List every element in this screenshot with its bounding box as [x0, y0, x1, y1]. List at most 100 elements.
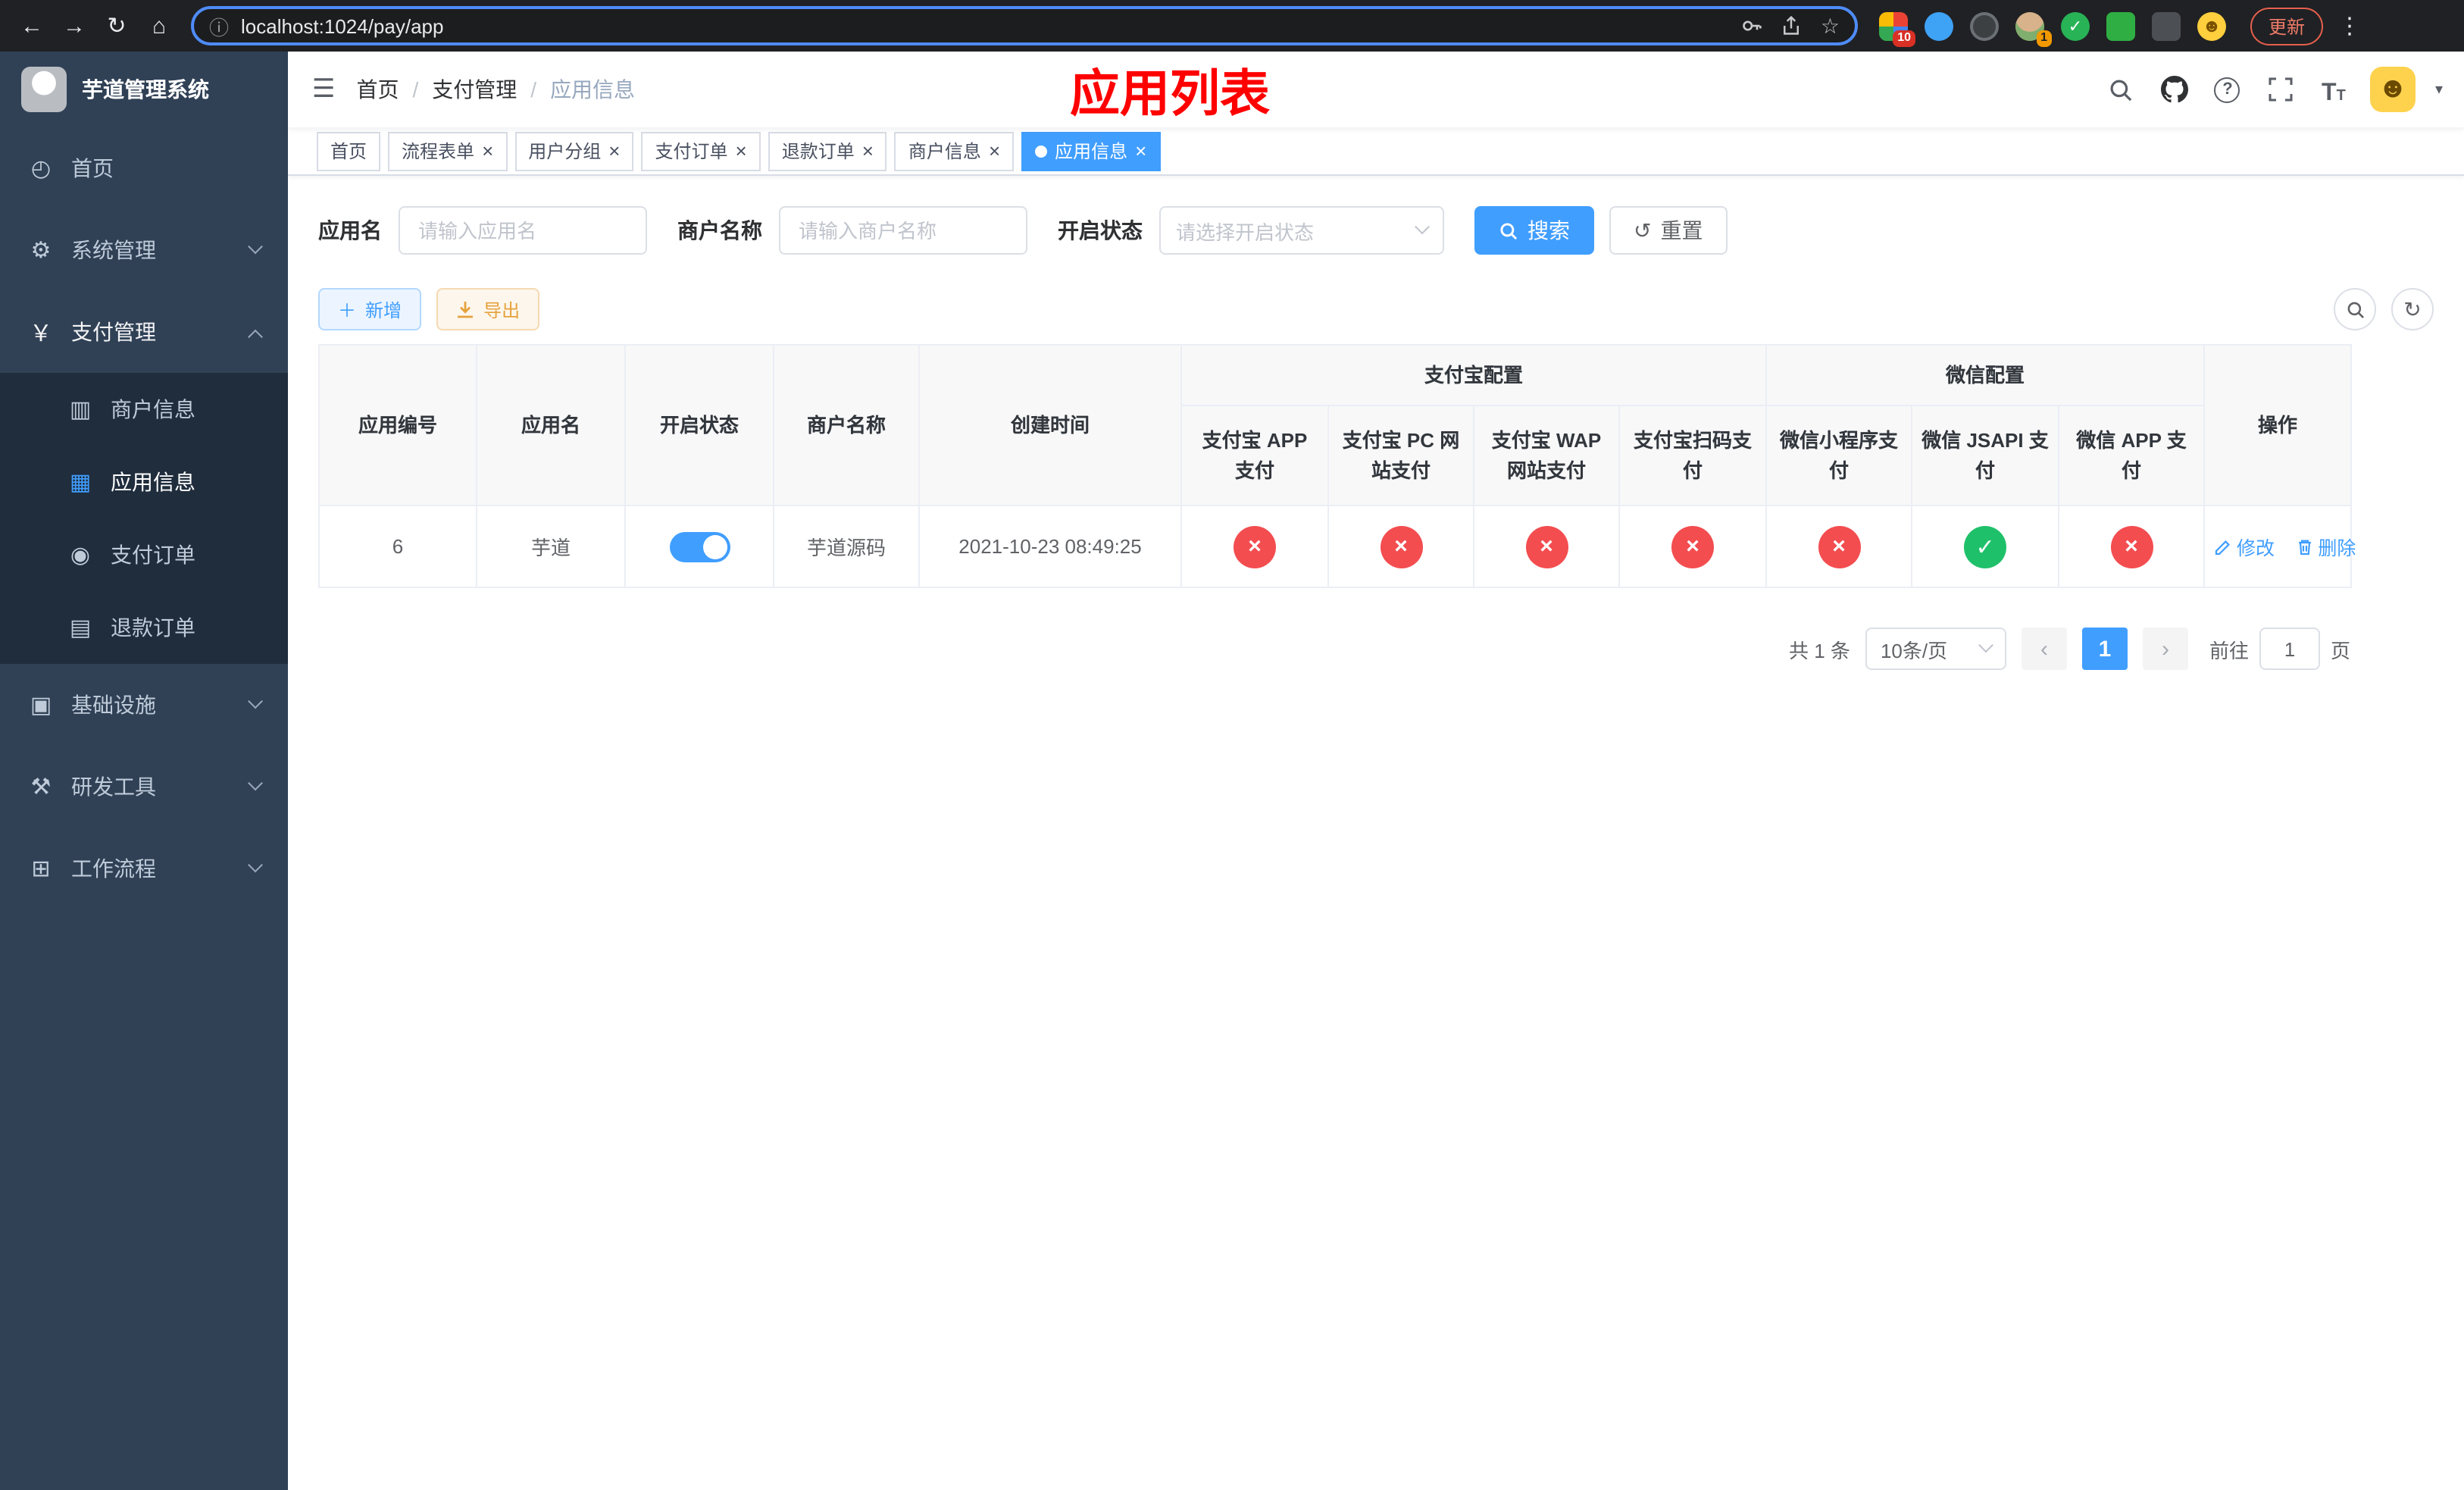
url-text[interactable]: localhost:1024/pay/app	[241, 14, 1730, 37]
server-icon: ▣	[30, 693, 52, 718]
sidebar-item-payment[interactable]: ￥ 支付管理	[0, 291, 288, 373]
cell-status	[624, 505, 774, 588]
close-icon[interactable]: ×	[482, 141, 493, 161]
reload-icon[interactable]: ↻	[97, 6, 136, 45]
bookmark-star-icon[interactable]: ☆	[1821, 13, 1840, 39]
breadcrumb-home[interactable]: 首页	[357, 74, 399, 105]
github-icon[interactable]	[2158, 73, 2191, 106]
app-table: 应用编号 应用名 开启状态 商户名称 创建时间 支付宝配置 微信配置 操作 支付…	[318, 344, 2356, 588]
sidebar-item-home[interactable]: ◴ 首页	[0, 127, 288, 209]
tag-home[interactable]: 首页	[317, 131, 381, 171]
cross-circle-icon: ×	[1818, 525, 1861, 568]
forward-icon[interactable]: →	[55, 6, 94, 45]
tag-app-info[interactable]: 应用信息 ×	[1021, 131, 1161, 171]
app-name-input[interactable]	[399, 206, 647, 255]
tag-merchant-info[interactable]: 商户信息 ×	[894, 131, 1015, 171]
col-actions: 操作	[2203, 344, 2353, 506]
ext-chat-icon[interactable]	[2106, 11, 2135, 40]
col-app-id: 应用编号	[318, 344, 477, 506]
toggle-search-button[interactable]	[2334, 288, 2376, 330]
site-info-icon[interactable]: ⓘ	[209, 11, 229, 40]
search-icon[interactable]	[2105, 73, 2138, 106]
close-icon[interactable]: ×	[1135, 141, 1146, 161]
close-icon[interactable]: ×	[862, 141, 874, 161]
cross-circle-icon: ×	[1525, 525, 1568, 568]
password-key-icon[interactable]	[1742, 15, 1763, 36]
tag-process-form[interactable]: 流程表单 ×	[388, 131, 508, 171]
sidebar-item-refund-order[interactable]: ▤ 退款订单	[0, 591, 288, 664]
tools-icon: ⚒	[30, 775, 52, 800]
sidebar-item-merchant-info[interactable]: ▥ 商户信息	[0, 373, 288, 446]
avatar-caret-icon[interactable]: ▾	[2435, 81, 2443, 98]
back-icon[interactable]: ←	[12, 6, 52, 45]
sidebar-item-system[interactable]: ⚙ 系统管理	[0, 209, 288, 291]
profile-avatar-icon[interactable]: ☻	[2197, 11, 2226, 40]
cell-created: 2021-10-23 08:49:25	[918, 505, 1182, 588]
ext-avatar-icon[interactable]: 1	[2015, 11, 2052, 46]
home-icon[interactable]: ⌂	[139, 6, 179, 45]
gear-icon: ⚙	[30, 238, 52, 264]
sidebar-toggle-icon[interactable]: ☰	[288, 74, 357, 105]
merchant-name-input[interactable]	[779, 206, 1027, 255]
edit-link[interactable]: 修改	[2214, 532, 2275, 561]
delete-link[interactable]: 删除	[2295, 532, 2356, 561]
reset-button[interactable]: ↺ 重置	[1609, 206, 1728, 255]
breadcrumb-payment[interactable]: 支付管理	[432, 74, 517, 105]
export-button[interactable]: 导出	[436, 288, 540, 330]
address-bar[interactable]: ⓘ localhost:1024/pay/app ☆	[191, 6, 1858, 45]
ext-globe-icon[interactable]	[1970, 11, 1999, 40]
app-name-label: 应用名	[318, 218, 382, 243]
sidebar-item-pay-order[interactable]: ◉ 支付订单	[0, 518, 288, 591]
app-frame: 芋道管理系统 ◴ 首页 ⚙ 系统管理 ￥ 支付管理 ▥ 商户信息 ▦ 应用信息 …	[0, 52, 2464, 1490]
ext-pin-icon[interactable]	[2152, 11, 2181, 40]
ext-blue-icon[interactable]	[1925, 11, 1953, 40]
chevron-down-icon	[1978, 637, 1993, 653]
user-avatar[interactable]: ☻	[2369, 67, 2416, 112]
chevron-down-icon	[248, 693, 263, 709]
close-icon[interactable]: ×	[989, 141, 1000, 161]
page-content: 应用名 商户名称 开启状态 请选择开启状态	[288, 176, 2464, 1490]
next-page-button[interactable]: ›	[2142, 628, 2188, 670]
tag-refund-order[interactable]: 退款订单 ×	[768, 131, 887, 171]
col-alipay-pc: 支付宝 PC 网站支付	[1327, 405, 1474, 506]
help-icon[interactable]: ?	[2211, 73, 2244, 106]
close-icon[interactable]: ×	[608, 141, 620, 161]
breadcrumb: 首页 / 支付管理 / 应用信息	[357, 74, 636, 105]
browser-menu-icon[interactable]: ⋮	[2338, 12, 2361, 39]
search-button[interactable]: 搜索	[1474, 206, 1594, 255]
chevron-up-icon	[248, 328, 263, 344]
fullscreen-icon[interactable]	[2264, 73, 2297, 106]
share-icon[interactable]	[1781, 15, 1803, 36]
tag-pay-order[interactable]: 支付订单 ×	[641, 131, 761, 171]
status-select[interactable]: 请选择开启状态	[1159, 206, 1444, 255]
sidebar-item-infra[interactable]: ▣ 基础设施	[0, 664, 288, 746]
sidebar-item-app-info[interactable]: ▦ 应用信息	[0, 446, 288, 518]
tag-user-group[interactable]: 用户分组 ×	[514, 131, 634, 171]
chrome-update-button[interactable]: 更新	[2250, 7, 2324, 45]
plus-icon: ＋	[338, 299, 357, 321]
sidebar-item-workflow[interactable]: ⊞ 工作流程	[0, 828, 288, 909]
close-icon[interactable]: ×	[736, 141, 747, 161]
cross-circle-icon: ×	[1380, 525, 1422, 568]
goto-page-input[interactable]	[2259, 628, 2320, 670]
prev-page-button[interactable]: ‹	[2021, 628, 2067, 670]
status-toggle[interactable]	[669, 531, 730, 562]
add-button[interactable]: ＋ 新增	[318, 288, 422, 330]
page-number-1[interactable]: 1	[2081, 628, 2128, 670]
dashboard-icon: ◴	[30, 156, 52, 182]
refresh-button[interactable]: ↻	[2391, 288, 2434, 330]
table-toolbar: ＋ 新增 导出 ↻	[318, 288, 2434, 330]
sidebar-item-dev-tools[interactable]: ⚒ 研发工具	[0, 746, 288, 828]
ext-check-icon[interactable]: ✓	[2061, 11, 2090, 40]
font-size-icon[interactable]: TT	[2317, 73, 2350, 106]
navbar: ☰ 首页 / 支付管理 / 应用信息 应用列表 ? T T ☻ ▾	[288, 52, 2464, 127]
ext-grid-icon[interactable]: 10	[1879, 11, 1915, 46]
table-row: 6 芋道 芋道源码 2021-10-23 08:49:25 × × × × ×	[318, 505, 2356, 588]
page-size-select[interactable]: 10条/页	[1865, 628, 2006, 670]
cell-merchant: 芋道源码	[773, 505, 920, 588]
page-title: 应用列表	[1070, 65, 1270, 121]
col-wechat-app: 微信 APP 支付	[2058, 405, 2206, 506]
col-wechat-jsapi: 微信 JSAPI 支付	[1911, 405, 2060, 506]
app-logo[interactable]: 芋道管理系统	[0, 52, 288, 127]
tags-view-bar: 首页 流程表单 × 用户分组 × 支付订单 × 退款订单 × 商户信息 × 应用…	[288, 127, 2464, 176]
